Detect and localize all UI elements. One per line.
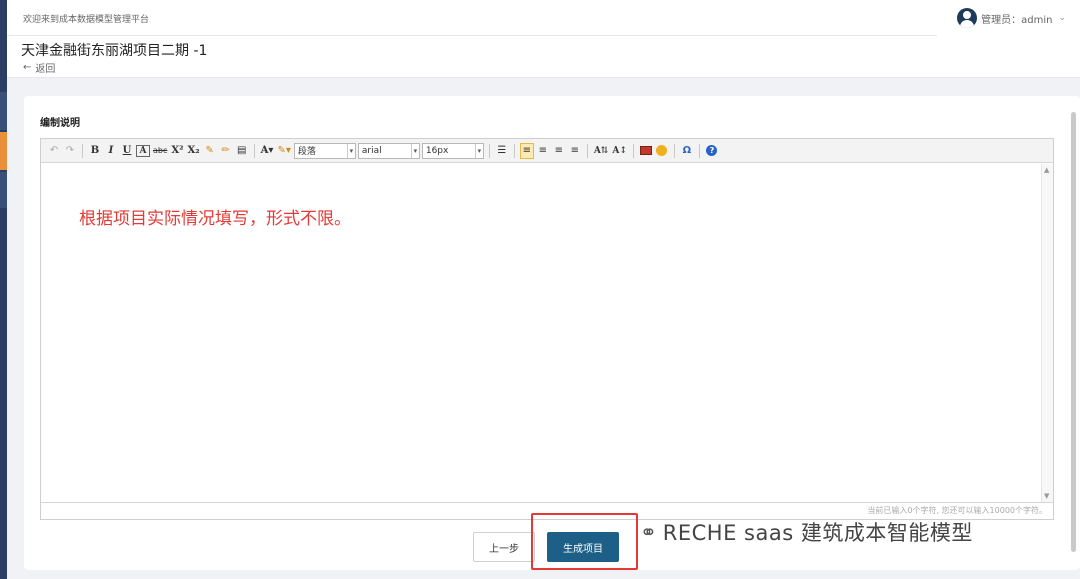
section-label: 编制说明 xyxy=(40,118,80,129)
top-bar: 欢迎来到成本数据模型管理平台 管理员：admin ⌄ xyxy=(7,0,1080,36)
left-nav-strip xyxy=(0,0,7,579)
editor-content[interactable]: 根据项目实际情况填写，形式不限。 xyxy=(41,164,1041,502)
toolbar-separator xyxy=(253,143,255,158)
font-color-icon[interactable]: A▾ xyxy=(260,143,275,159)
prev-step-button[interactable]: 上一步 xyxy=(473,532,535,562)
direction-icon[interactable]: ☰ xyxy=(495,143,509,159)
font-family-value: arial xyxy=(361,145,382,156)
italic-icon[interactable]: I xyxy=(104,143,118,159)
page-title: 天津金融街东丽湖项目二期 -1 xyxy=(21,43,208,59)
editor-scrollbar[interactable]: ▲ ▼ xyxy=(1041,164,1053,502)
bold-icon[interactable]: B xyxy=(88,143,102,159)
scroll-down-icon[interactable]: ▼ xyxy=(1044,492,1049,500)
page-header: 天津金融街东丽湖项目二期 -1 ← 返回 xyxy=(7,36,1080,78)
back-label: 返回 xyxy=(35,64,56,75)
back-link[interactable]: ← 返回 xyxy=(23,60,55,75)
toolbar-separator xyxy=(488,143,490,158)
paste-text-icon[interactable]: ▤ xyxy=(235,143,249,159)
toolbar-separator xyxy=(698,143,700,158)
wechat-icon: ⚭ xyxy=(640,520,657,544)
editor-text: 根据项目实际情况填写，形式不限。 xyxy=(79,209,351,229)
subscript-icon[interactable]: X₂ xyxy=(187,143,201,159)
select-arrow-icon: ▾ xyxy=(474,143,483,158)
nav-item-active[interactable] xyxy=(0,132,7,170)
background-color-icon[interactable]: ✎▾ xyxy=(276,143,291,159)
toolbar-separator xyxy=(82,143,83,158)
emoji-icon[interactable] xyxy=(655,143,669,159)
paragraph-format-value: 段落 xyxy=(297,147,316,157)
select-arrow-icon: ▾ xyxy=(410,143,419,158)
user-name: 管理员：admin xyxy=(981,14,1053,26)
help-icon[interactable]: ? xyxy=(705,143,719,159)
indent-icon[interactable]: A⇅ xyxy=(593,143,610,159)
watermark: ⚭ RECHE saas 建筑成本智能模型 xyxy=(640,517,973,547)
page-scrollbar[interactable] xyxy=(1071,112,1076,552)
user-avatar-icon xyxy=(957,8,978,28)
user-menu[interactable]: 管理员：admin ⌄ xyxy=(957,8,1066,28)
toolbar-separator xyxy=(513,143,515,158)
welcome-text: 欢迎来到成本数据模型管理平台 xyxy=(23,15,150,25)
rich-text-editor[interactable]: ↶ ↷ B I U A abc X² X₂ ✎ ✏ ▤ A▾ ✎▾ 段落 ▾ a… xyxy=(40,138,1054,520)
align-left-icon[interactable]: ≡ xyxy=(519,142,534,159)
strikethrough-icon[interactable]: abc xyxy=(152,143,168,159)
align-center-icon[interactable]: ≡ xyxy=(536,143,550,159)
align-justify-icon[interactable]: ≡ xyxy=(568,143,582,159)
scroll-up-icon[interactable]: ▲ xyxy=(1044,166,1049,174)
font-size-select[interactable]: 16px ▾ xyxy=(421,142,484,159)
toolbar-separator xyxy=(673,143,675,158)
align-right-icon[interactable]: ≡ xyxy=(552,143,566,159)
form-card: 编制说明 ↶ ↷ B I U A abc X² X₂ ✎ ✏ ▤ A▾ ✎▾ 段… xyxy=(24,96,1080,570)
line-height-icon[interactable]: A↕ xyxy=(611,143,628,159)
eraser-icon[interactable]: ✎ xyxy=(203,143,217,159)
toolbar-separator xyxy=(632,143,634,158)
font-size-value: 16px xyxy=(425,145,449,156)
chevron-down-icon[interactable]: ⌄ xyxy=(1058,13,1066,23)
image-icon[interactable] xyxy=(639,143,653,159)
nav-item[interactable] xyxy=(0,92,7,130)
undo-icon[interactable]: ↶ xyxy=(47,143,61,159)
arrow-left-icon: ← xyxy=(23,62,32,73)
nav-item[interactable] xyxy=(0,172,7,208)
annotation-highlight-box xyxy=(531,513,638,570)
superscript-icon[interactable]: X² xyxy=(170,143,184,159)
font-border-icon[interactable]: A xyxy=(136,144,150,157)
format-painter-icon[interactable]: ✏ xyxy=(219,143,233,159)
font-family-select[interactable]: arial ▾ xyxy=(357,142,420,159)
editor-toolbar: ↶ ↷ B I U A abc X² X₂ ✎ ✏ ▤ A▾ ✎▾ 段落 ▾ a… xyxy=(41,139,1053,163)
underline-icon[interactable]: U xyxy=(120,143,134,159)
redo-icon[interactable]: ↷ xyxy=(63,143,77,159)
select-arrow-icon: ▾ xyxy=(346,143,355,158)
watermark-text: RECHE saas 建筑成本智能模型 xyxy=(662,521,973,545)
special-char-icon[interactable]: Ω xyxy=(680,143,694,159)
toolbar-separator xyxy=(586,143,588,158)
paragraph-format-select[interactable]: 段落 ▾ xyxy=(293,142,356,159)
